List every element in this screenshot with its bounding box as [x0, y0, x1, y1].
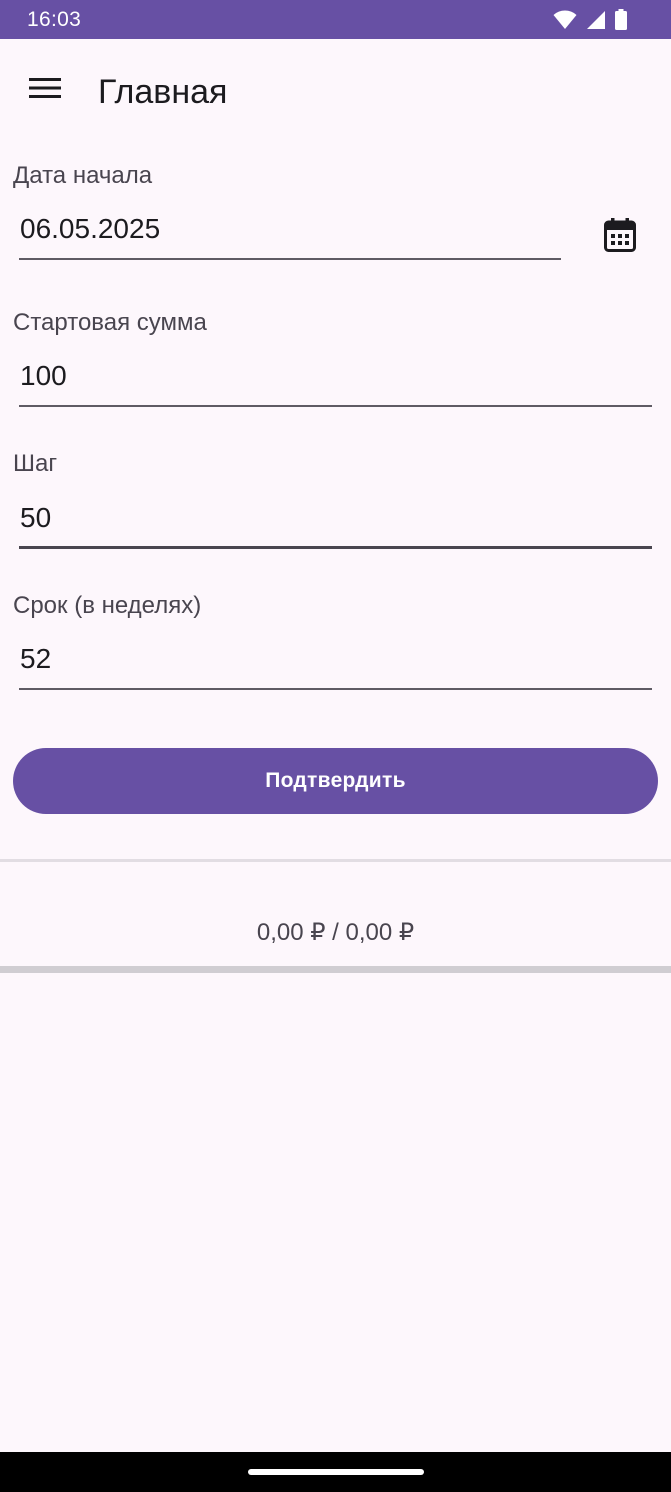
start-date-label: Дата начала	[13, 162, 153, 189]
cellular-signal-icon	[586, 10, 606, 30]
status-bar: 16:03	[0, 0, 671, 39]
term-label: Срок (в неделях)	[13, 592, 202, 619]
confirm-button[interactable]: Подтвердить	[13, 748, 658, 814]
home-indicator[interactable]	[248, 1469, 424, 1475]
step-field[interactable]	[19, 497, 652, 549]
start-amount-field[interactable]	[19, 355, 652, 407]
status-icons	[553, 9, 627, 30]
step-label: Шаг	[13, 450, 58, 477]
calendar-icon	[604, 217, 636, 257]
status-time: 16:03	[27, 7, 82, 31]
page-title: Главная	[98, 73, 228, 111]
hamburger-menu-icon	[28, 76, 62, 105]
savings-summary: 0,00 ₽ / 0,00 ₽	[256, 919, 415, 946]
term-weeks-field[interactable]	[19, 638, 652, 690]
calendar-button[interactable]	[596, 213, 644, 261]
savings-progress-bar	[0, 966, 671, 973]
summary-area	[0, 862, 671, 966]
app-bar: Главная	[0, 39, 671, 149]
system-navigation-bar	[0, 1452, 671, 1492]
wifi-icon	[553, 10, 577, 30]
start-date-field[interactable]	[19, 208, 561, 260]
menu-button[interactable]	[22, 67, 68, 113]
start-amount-label: Стартовая сумма	[13, 309, 207, 336]
battery-icon	[615, 9, 627, 30]
